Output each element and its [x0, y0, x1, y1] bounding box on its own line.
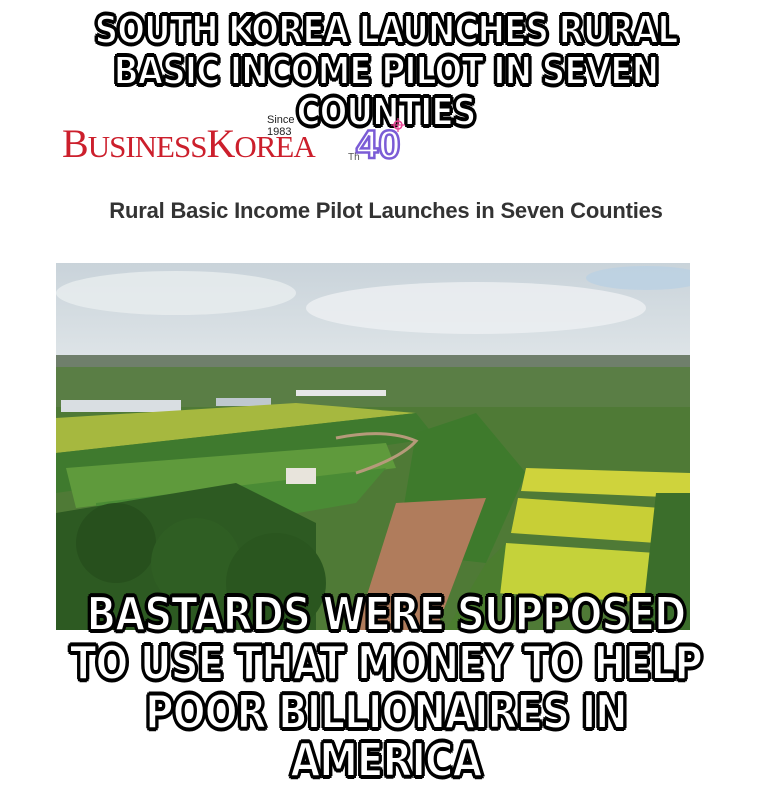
bottom-caption-line-2: TO USE THAT MONEY TO HELP: [69, 635, 703, 690]
logo-since-label: Since 1983: [267, 114, 295, 138]
bottom-caption-line-3: POOR BILLIONAIRES IN AMERICA: [144, 684, 628, 787]
logo-korea: KOREA: [206, 121, 315, 166]
anniversary-suffix: Th: [348, 152, 360, 163]
anniversary-number: 40: [356, 123, 401, 166]
bottom-caption-line-1: BASTARDS WERE SUPPOSED: [86, 587, 687, 641]
aerial-farmland-photo: [56, 263, 690, 630]
top-caption-line-1: SOUTH KOREA LAUNCHES RURAL: [94, 8, 679, 52]
logo-business-rest: USINESS: [87, 129, 208, 164]
article-headline: Rural Basic Income Pilot Launches in Sev…: [109, 198, 663, 223]
bottom-caption: BASTARDS WERE SUPPOSED TO USE THAT MONEY…: [62, 587, 710, 787]
logo-business: BUSINESS: [62, 121, 208, 166]
farmland-illustration: [56, 263, 690, 630]
anniversary-40-icon: 40 Th: [348, 118, 405, 166]
top-caption: SOUTH KOREA LAUNCHES RURAL BASIC INCOME …: [54, 8, 718, 133]
